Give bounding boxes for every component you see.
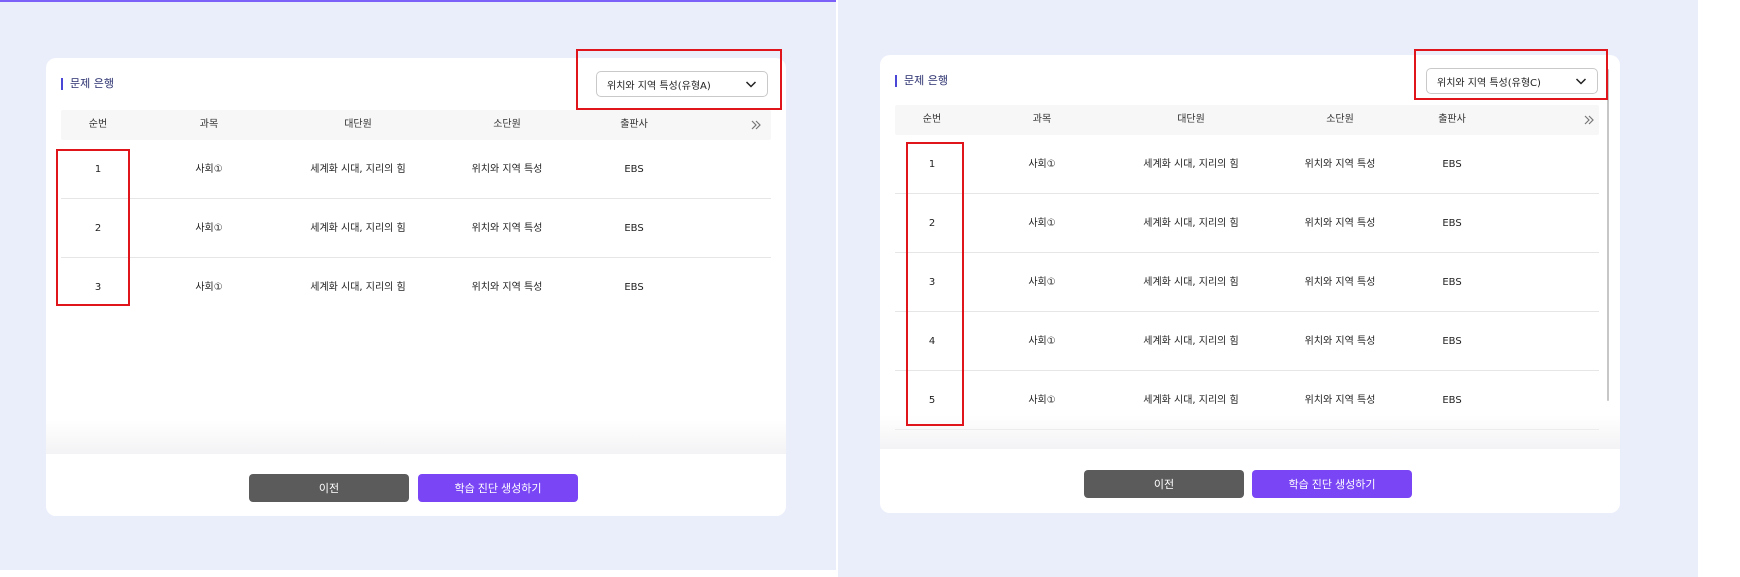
cell-major-unit: 세계화 시대, 지리의 힘 <box>310 282 406 293</box>
card-title: 문제 은행 <box>895 75 948 87</box>
cell-no: 2 <box>928 218 936 229</box>
col-header-publisher: 출판사 <box>620 119 648 130</box>
vertical-scrollbar[interactable] <box>1607 69 1609 401</box>
scroll-fade <box>46 420 786 454</box>
table-row[interactable]: 4 사회① 세계화 시대, 지리의 힘 위치와 지역 특성 EBS <box>895 312 1599 371</box>
card-footer: 이전 학습 진단 생성하기 <box>46 454 786 516</box>
table-row[interactable]: 2 사회① 세계화 시대, 지리의 힘 위치와 지역 특성 EBS <box>61 199 771 258</box>
prev-button[interactable]: 이전 <box>249 474 409 502</box>
cell-publisher: EBS <box>624 164 644 175</box>
cell-publisher: EBS <box>624 282 644 293</box>
chevron-down-icon <box>745 81 757 88</box>
cell-no: 2 <box>94 223 102 234</box>
col-header-no: 순번 <box>922 114 942 125</box>
col-header-no: 순번 <box>88 119 108 130</box>
cell-subject: 사회① <box>195 164 223 175</box>
cell-major-unit: 세계화 시대, 지리의 힘 <box>1143 336 1239 347</box>
table-row[interactable]: 3 사회① 세계화 시대, 지리의 힘 위치와 지역 특성 EBS <box>895 253 1599 312</box>
col-header-subject: 과목 <box>1032 114 1052 125</box>
cell-minor-unit: 위치와 지역 특성 <box>471 223 543 234</box>
col-header-major-unit: 대단원 <box>1177 114 1205 125</box>
col-header-minor-unit: 소단원 <box>1326 114 1354 125</box>
cell-subject: 사회① <box>195 223 223 234</box>
cell-minor-unit: 위치와 지역 특성 <box>1304 336 1376 347</box>
col-header-publisher: 출판사 <box>1438 114 1466 125</box>
table-row[interactable]: 1 사회① 세계화 시대, 지리의 힘 위치와 지역 특성 EBS <box>895 135 1599 194</box>
cell-major-unit: 세계화 시대, 지리의 힘 <box>1143 159 1239 170</box>
cell-major-unit: 세계화 시대, 지리의 힘 <box>310 223 406 234</box>
cell-minor-unit: 위치와 지역 특성 <box>1304 218 1376 229</box>
question-bank-card: 문제 은행 위치와 지역 특성(유형C) 순번 과목 대단원 소단원 출판사 1… <box>880 55 1620 513</box>
cell-subject: 사회① <box>1028 277 1056 288</box>
col-header-major-unit: 대단원 <box>344 119 372 130</box>
select-value: 위치와 지역 특성(유형A) <box>607 80 711 92</box>
left-panel: 문제 은행 위치와 지역 특성(유형A) 순번 과목 대단원 소단원 출판사 1… <box>0 0 836 570</box>
cell-no: 1 <box>928 159 936 170</box>
cell-major-unit: 세계화 시대, 지리의 힘 <box>1143 277 1239 288</box>
cell-subject: 사회① <box>195 282 223 293</box>
cell-no: 4 <box>928 336 936 347</box>
cell-no: 3 <box>928 277 936 288</box>
cell-minor-unit: 위치와 지역 특성 <box>1304 277 1376 288</box>
cell-no: 3 <box>94 282 102 293</box>
double-chevron-right-icon[interactable] <box>1583 114 1595 126</box>
cell-subject: 사회① <box>1028 159 1056 170</box>
question-bank-card: 문제 은행 위치와 지역 특성(유형A) 순번 과목 대단원 소단원 출판사 1… <box>46 58 786 516</box>
unit-type-select[interactable]: 위치와 지역 특성(유형A) <box>596 71 768 97</box>
cell-minor-unit: 위치와 지역 특성 <box>471 164 543 175</box>
cell-publisher: EBS <box>1442 218 1462 229</box>
cell-publisher: EBS <box>624 223 644 234</box>
cell-publisher: EBS <box>1442 277 1462 288</box>
cell-minor-unit: 위치와 지역 특성 <box>471 282 543 293</box>
chevron-down-icon <box>1575 78 1587 85</box>
cell-subject: 사회① <box>1028 218 1056 229</box>
cell-major-unit: 세계화 시대, 지리의 힘 <box>310 164 406 175</box>
table-row[interactable]: 1 사회① 세계화 시대, 지리의 힘 위치와 지역 특성 EBS <box>61 140 771 199</box>
cell-minor-unit: 위치와 지역 특성 <box>1304 159 1376 170</box>
generate-diagnosis-button[interactable]: 학습 진단 생성하기 <box>1252 470 1412 498</box>
table-header: 순번 과목 대단원 소단원 출판사 <box>895 105 1599 135</box>
generate-diagnosis-button[interactable]: 학습 진단 생성하기 <box>418 474 578 502</box>
cell-subject: 사회① <box>1028 336 1056 347</box>
select-value: 위치와 지역 특성(유형C) <box>1437 77 1541 89</box>
cell-publisher: EBS <box>1442 336 1462 347</box>
right-panel: 문제 은행 위치와 지역 특성(유형C) 순번 과목 대단원 소단원 출판사 1… <box>838 0 1698 577</box>
scroll-fade <box>880 415 1620 449</box>
col-header-subject: 과목 <box>199 119 219 130</box>
table-row[interactable]: 3 사회① 세계화 시대, 지리의 힘 위치와 지역 특성 EBS <box>61 258 771 317</box>
unit-type-select[interactable]: 위치와 지역 특성(유형C) <box>1426 68 1598 94</box>
cell-no: 1 <box>94 164 102 175</box>
card-footer: 이전 학습 진단 생성하기 <box>880 449 1620 513</box>
table-row[interactable]: 2 사회① 세계화 시대, 지리의 힘 위치와 지역 특성 EBS <box>895 194 1599 253</box>
col-header-minor-unit: 소단원 <box>493 119 521 130</box>
card-title: 문제 은행 <box>61 78 114 90</box>
double-chevron-right-icon[interactable] <box>750 119 762 131</box>
table-header: 순번 과목 대단원 소단원 출판사 <box>61 110 771 140</box>
cell-publisher: EBS <box>1442 159 1462 170</box>
prev-button[interactable]: 이전 <box>1084 470 1244 498</box>
cell-major-unit: 세계화 시대, 지리의 힘 <box>1143 218 1239 229</box>
